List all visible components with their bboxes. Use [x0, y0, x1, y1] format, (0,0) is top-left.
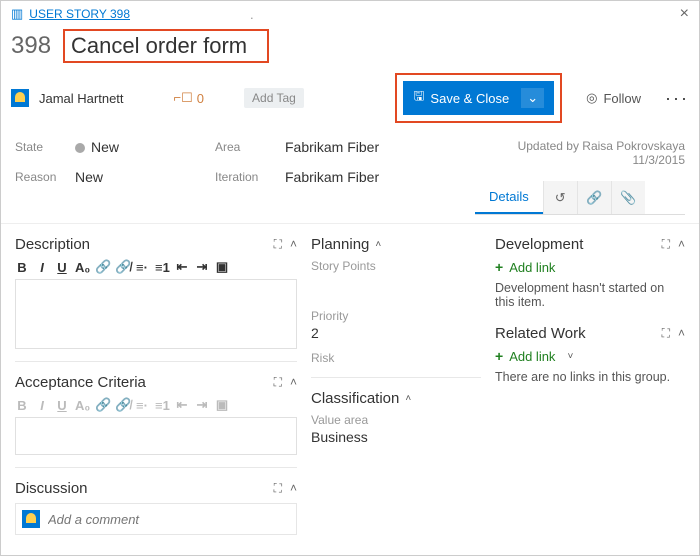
dot: . — [250, 7, 254, 22]
more-menu[interactable]: ··· — [665, 88, 689, 109]
expand-icon[interactable]: ⛶ — [662, 326, 670, 341]
expand-icon[interactable]: ⛶ — [274, 481, 282, 496]
link-icon: 🔗 — [95, 397, 109, 413]
acceptance-editor[interactable] — [15, 417, 297, 455]
acceptance-heading: Acceptance Criteria — [15, 374, 146, 391]
underline-icon: U — [55, 398, 69, 413]
assignee-name[interactable]: Jamal Hartnett — [39, 91, 124, 106]
tab-details[interactable]: Details — [475, 181, 543, 214]
chevron-up-icon[interactable]: ˄ — [678, 326, 685, 341]
plus-icon: + — [495, 348, 503, 364]
indent-icon[interactable]: ⇥ — [195, 259, 209, 275]
avatar — [11, 89, 29, 107]
unlink-icon[interactable]: 🔗̸ — [115, 259, 129, 275]
plus-icon: + — [495, 259, 503, 275]
eye-icon: ◎ — [586, 90, 597, 106]
title-input[interactable] — [71, 33, 261, 59]
reason-value[interactable]: New — [75, 169, 215, 185]
workitem-id: 398 — [11, 32, 51, 60]
state-label: State — [15, 140, 75, 154]
description-heading: Description — [15, 236, 90, 253]
bold-icon[interactable]: B — [15, 260, 29, 275]
bullets-icon[interactable]: ≡· — [135, 260, 149, 275]
state-dot-icon — [75, 143, 85, 153]
add-tag-button[interactable]: Add Tag — [244, 88, 304, 108]
expand-icon[interactable]: ⛶ — [274, 237, 282, 252]
unlink-icon: 🔗̸ — [115, 397, 129, 413]
chevron-up-icon[interactable]: ˄ — [405, 393, 411, 404]
discussion-heading: Discussion — [15, 480, 88, 497]
dev-empty-text: Development hasn't started on this item. — [495, 281, 685, 309]
image-icon: ▣ — [215, 397, 229, 413]
priority-label: Priority — [311, 309, 481, 323]
italic-icon: I — [35, 398, 49, 413]
valuearea-value[interactable]: Business — [311, 429, 481, 445]
description-toolbar[interactable]: B I U A₀ 🔗 🔗̸ ≡· ≡1 ⇤ ⇥ ▣ — [15, 259, 297, 275]
reason-label: Reason — [15, 170, 75, 184]
save-and-close-button[interactable]: 🖫 Save & Close ⌄ — [403, 81, 554, 115]
chevron-up-icon[interactable]: ˄ — [290, 375, 297, 390]
development-heading: Development — [495, 236, 583, 253]
comment-icon: ⌐☐ — [174, 90, 193, 106]
expand-icon[interactable]: ⛶ — [274, 375, 282, 390]
close-icon[interactable]: × — [680, 5, 689, 23]
chevron-up-icon[interactable]: ˄ — [678, 237, 685, 252]
outdent-icon[interactable]: ⇤ — [175, 259, 189, 275]
related-add-link[interactable]: + Add link ˅ — [495, 348, 685, 364]
save-icon: 🖫 — [413, 87, 424, 109]
numbers-icon: ≡1 — [155, 398, 169, 413]
breadcrumb-link[interactable]: USER STORY 398 — [29, 7, 130, 21]
storypoints-label: Story Points — [311, 259, 481, 273]
updated-text: Updated by Raisa Pokrovskaya 11/3/2015 — [475, 139, 685, 167]
chevron-up-icon[interactable]: ˄ — [290, 481, 297, 496]
image-icon[interactable]: ▣ — [215, 259, 229, 275]
chevron-up-icon[interactable]: ˄ — [375, 239, 381, 250]
bold-icon: B — [15, 398, 29, 413]
italic-icon[interactable]: I — [35, 260, 49, 275]
planning-heading: Planning˄ — [311, 236, 381, 253]
outdent-icon: ⇤ — [175, 397, 189, 413]
bullets-icon: ≡· — [135, 398, 149, 413]
related-heading: Related Work — [495, 325, 586, 342]
underline-icon[interactable]: U — [55, 260, 69, 275]
iteration-value[interactable]: Fabrikam Fiber — [285, 169, 445, 185]
follow-button[interactable]: ◎ Follow — [586, 90, 641, 106]
priority-value[interactable]: 2 — [311, 325, 481, 341]
description-editor[interactable] — [15, 279, 297, 349]
chevron-down-icon[interactable]: ˅ — [567, 351, 573, 362]
tab-links-icon[interactable]: 🔗 — [577, 181, 611, 214]
dev-add-link[interactable]: + Add link — [495, 259, 685, 275]
related-empty-text: There are no links in this group. — [495, 370, 685, 384]
area-label: Area — [215, 140, 285, 154]
save-dropdown-chevron[interactable]: ⌄ — [521, 88, 544, 108]
discussion-input[interactable] — [48, 512, 290, 527]
numbers-icon[interactable]: ≡1 — [155, 260, 169, 275]
area-value[interactable]: Fabrikam Fiber — [285, 139, 445, 155]
tab-history-icon[interactable]: ↺ — [543, 181, 577, 214]
risk-label: Risk — [311, 351, 481, 365]
storypoints-value[interactable] — [311, 275, 481, 291]
tab-attachments-icon[interactable]: 📎 — [611, 181, 645, 214]
user-story-icon: ▥ — [11, 6, 23, 22]
state-value[interactable]: New — [75, 139, 215, 155]
iteration-label: Iteration — [215, 170, 285, 184]
indent-icon: ⇥ — [195, 397, 209, 413]
expand-icon[interactable]: ⛶ — [662, 237, 670, 252]
font-icon[interactable]: A₀ — [75, 260, 89, 275]
valuearea-label: Value area — [311, 413, 481, 427]
comment-count[interactable]: ⌐☐ 0 — [174, 90, 204, 106]
chevron-up-icon[interactable]: ˄ — [290, 237, 297, 252]
classification-heading: Classification˄ — [311, 390, 411, 407]
acceptance-toolbar: B I U A₀ 🔗 🔗̸ ≡· ≡1 ⇤ ⇥ ▣ — [15, 397, 297, 413]
link-icon[interactable]: 🔗 — [95, 259, 109, 275]
avatar — [22, 510, 40, 528]
font-icon: A₀ — [75, 398, 89, 413]
